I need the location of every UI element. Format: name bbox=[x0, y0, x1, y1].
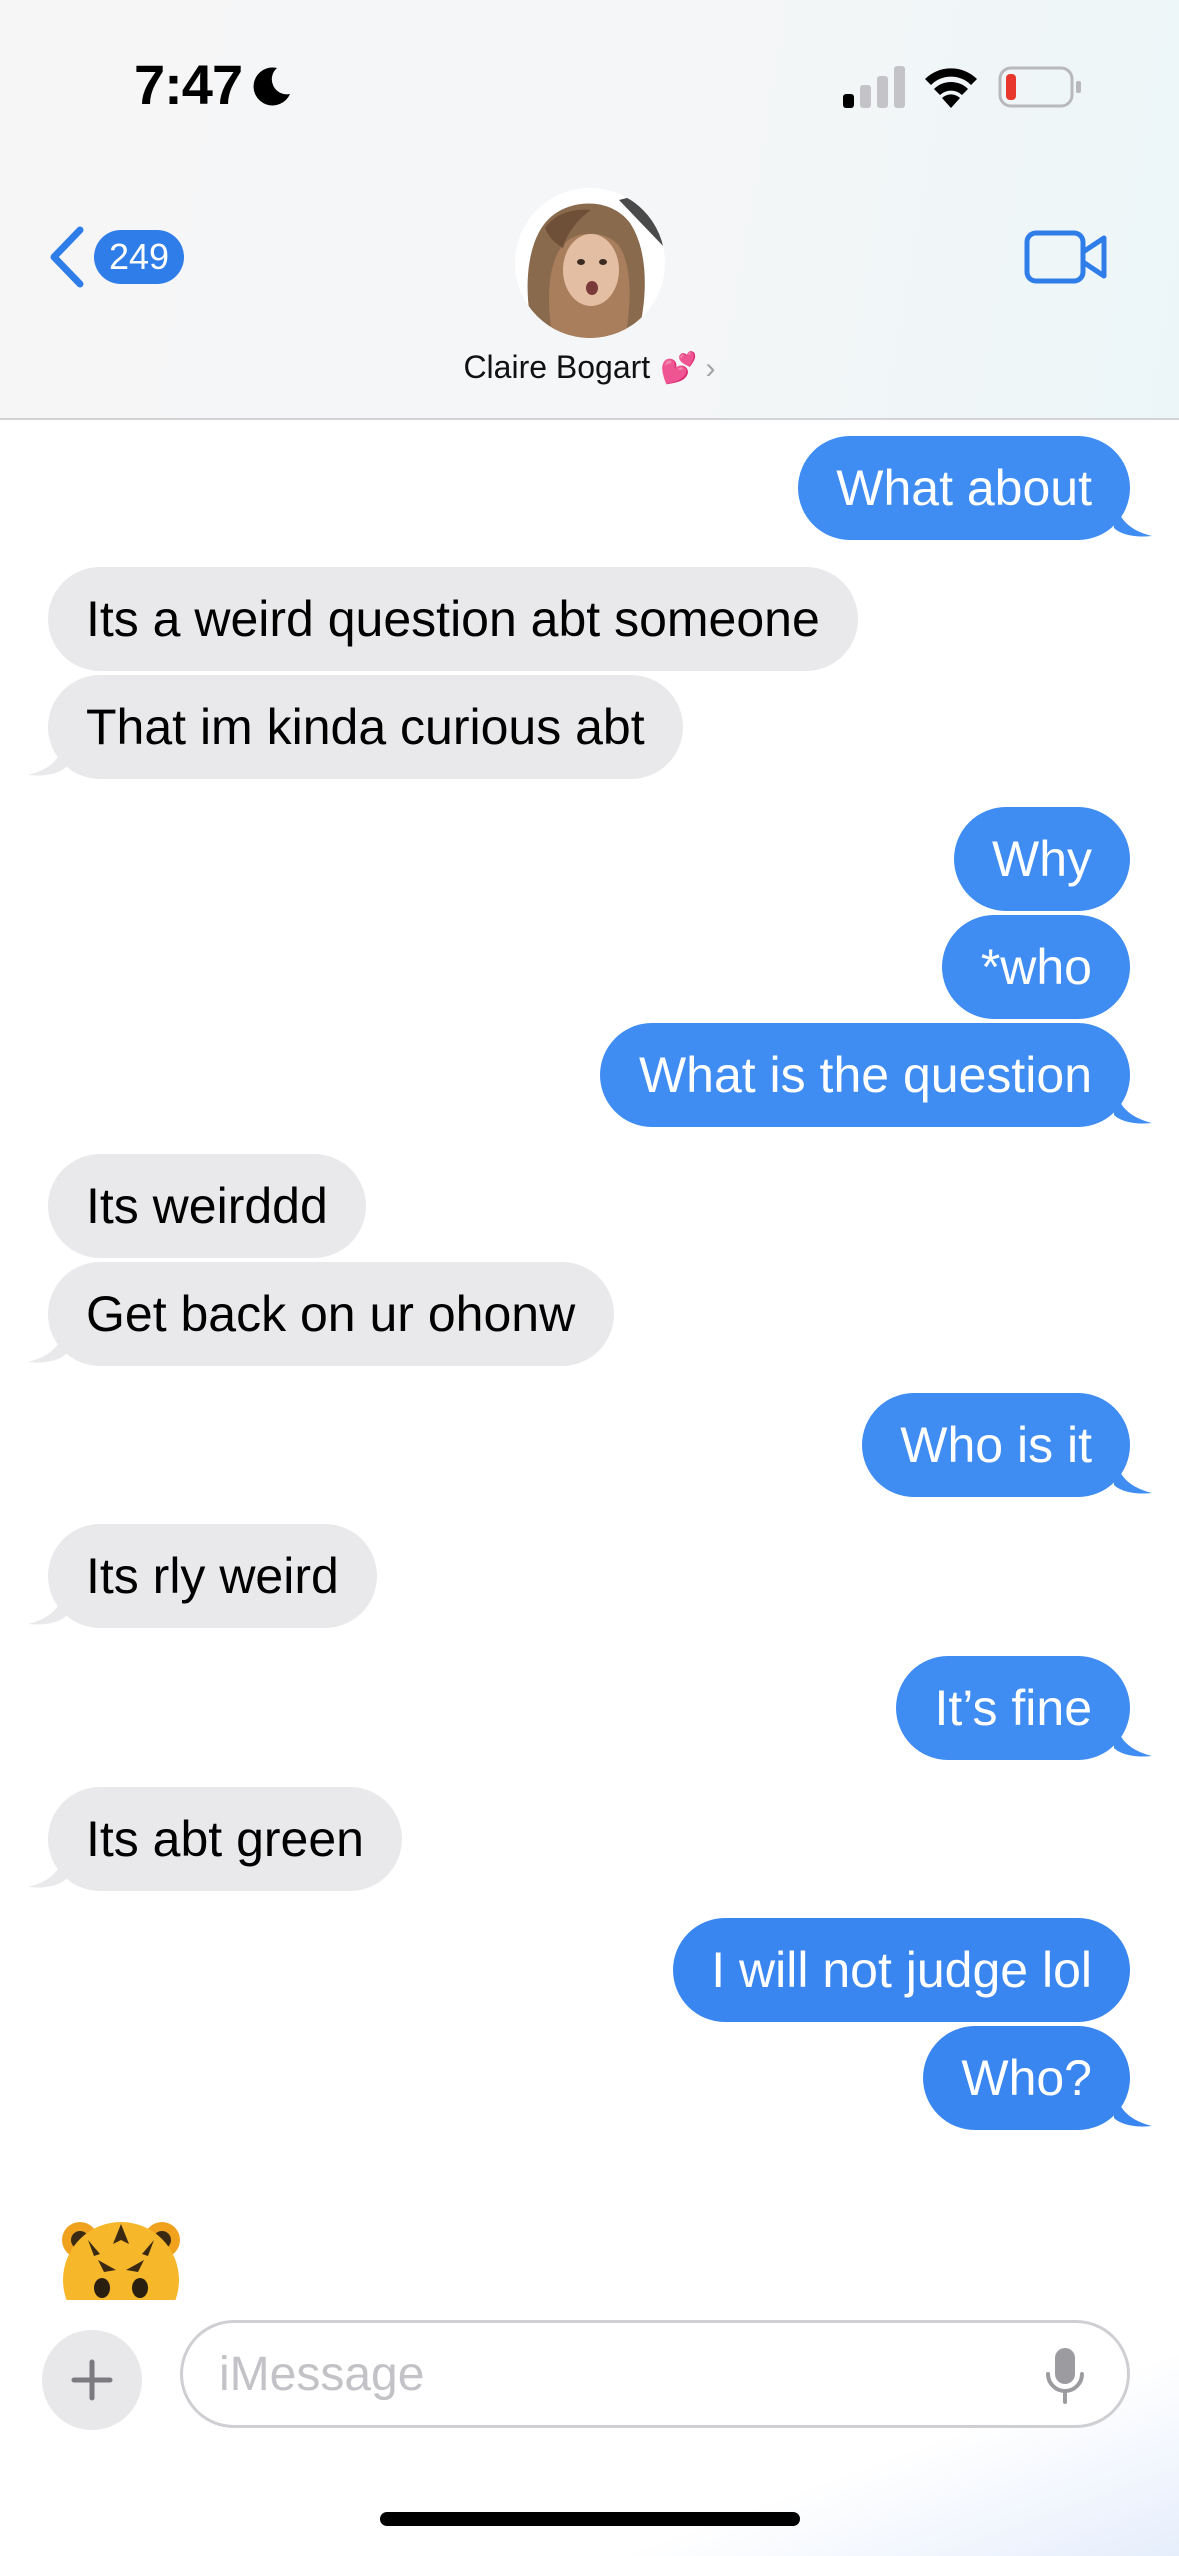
sent-message-bubble[interactable]: It’s fine bbox=[896, 1656, 1130, 1760]
message-thread: What about Its a weird question abt someo… bbox=[0, 0, 1179, 2556]
bubble-tail bbox=[1114, 1085, 1152, 1124]
microphone-icon[interactable] bbox=[1045, 2346, 1085, 2406]
bubble-tail bbox=[28, 1849, 66, 1888]
sent-message-bubble[interactable]: I will not judge lol bbox=[673, 1918, 1130, 2022]
received-message-bubble[interactable]: Its weirddd bbox=[48, 1154, 366, 1258]
sent-message-bubble[interactable]: What about bbox=[798, 436, 1130, 540]
bubble-tail bbox=[28, 1586, 66, 1625]
plus-icon bbox=[71, 2359, 113, 2401]
sent-message-bubble[interactable]: Who is it bbox=[862, 1393, 1130, 1497]
received-message-bubble[interactable]: Its rly weird bbox=[48, 1524, 377, 1628]
bubble-tail bbox=[1114, 1718, 1152, 1757]
sent-message-bubble[interactable]: *who bbox=[942, 915, 1130, 1019]
bubble-tail bbox=[1114, 1455, 1152, 1494]
bubble-tail bbox=[28, 737, 66, 776]
bubble-tail bbox=[28, 1324, 66, 1363]
plus-button[interactable] bbox=[42, 2330, 142, 2430]
imessage-input[interactable] bbox=[180, 2320, 1130, 2428]
received-message-bubble[interactable]: That im kinda curious abt bbox=[48, 675, 683, 779]
received-message-bubble[interactable]: Get back on ur ohonw bbox=[48, 1262, 614, 1366]
received-message-bubble[interactable]: Its a weird question abt someone bbox=[48, 567, 858, 671]
tiger-face-icon bbox=[58, 2210, 184, 2300]
bubble-tail bbox=[1114, 2088, 1152, 2127]
received-message-bubble[interactable]: Its abt green bbox=[48, 1787, 402, 1891]
sent-message-bubble[interactable]: What is the question bbox=[600, 1023, 1130, 1127]
home-indicator bbox=[380, 2512, 800, 2526]
sent-message-bubble[interactable]: Why bbox=[954, 807, 1130, 911]
sent-message-bubble[interactable]: Who? bbox=[923, 2026, 1130, 2130]
bubble-tail bbox=[1114, 498, 1152, 537]
